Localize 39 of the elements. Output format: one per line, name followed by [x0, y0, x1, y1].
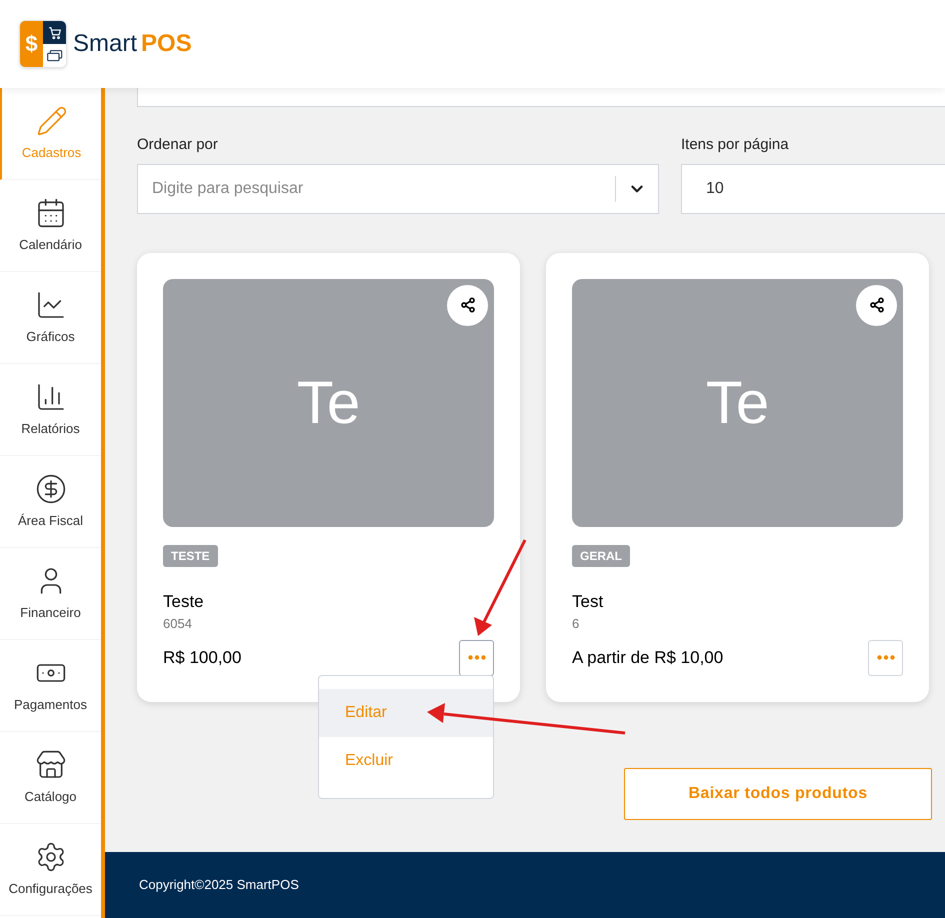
share-icon: [868, 297, 884, 313]
product-image: Te: [163, 278, 494, 526]
product-name: Teste: [163, 590, 204, 612]
sidebar-item[interactable]: Catálogo: [0, 732, 101, 824]
sidebar-item[interactable]: Área Fiscal: [0, 456, 101, 548]
share-button[interactable]: [447, 284, 488, 326]
pencil-icon: [36, 104, 68, 137]
more-button[interactable]: [868, 640, 903, 676]
cart-icon: [48, 26, 62, 40]
sidebar-item[interactable]: Gráficos: [0, 272, 101, 364]
dollar-sign: $: [25, 33, 38, 55]
sort-select[interactable]: Digite para pesquisar: [137, 164, 659, 214]
dollar-circle-icon: [34, 472, 66, 505]
product-code: 6: [572, 615, 580, 633]
share-icon: [460, 297, 476, 313]
brand-name: Smart: [73, 32, 138, 56]
sidebar-item[interactable]: Relatórios: [0, 364, 101, 456]
product-code: 6054: [163, 615, 192, 633]
product-price: R$ 100,00: [163, 646, 242, 669]
field-label: Itens por página: [681, 135, 789, 155]
field-label: Ordenar por: [137, 135, 218, 155]
product-tag: GERAL: [572, 544, 630, 566]
dots-icon: [468, 655, 486, 660]
product-tag: TESTE: [163, 544, 218, 566]
product-name: Test: [572, 590, 604, 612]
brand-accent: POS: [141, 32, 192, 56]
footer: Copyright©2025 SmartPOS: [105, 852, 945, 918]
sidebar-item[interactable]: Financeiro: [0, 548, 101, 640]
sidebar-item[interactable]: Pagamentos: [0, 640, 101, 732]
per-page-field[interactable]: 10: [681, 164, 945, 214]
cards-icon: [46, 50, 62, 62]
product-price: A partir de R$ 10,00: [572, 646, 724, 669]
dots-icon: [876, 655, 894, 660]
store-icon: [34, 748, 66, 781]
share-button[interactable]: [856, 284, 897, 326]
sidebar-item[interactable]: Configurações: [0, 824, 101, 916]
product-image: Te: [572, 278, 903, 526]
more-button[interactable]: [459, 640, 494, 676]
sidebar-item[interactable]: Calendário: [0, 180, 101, 272]
